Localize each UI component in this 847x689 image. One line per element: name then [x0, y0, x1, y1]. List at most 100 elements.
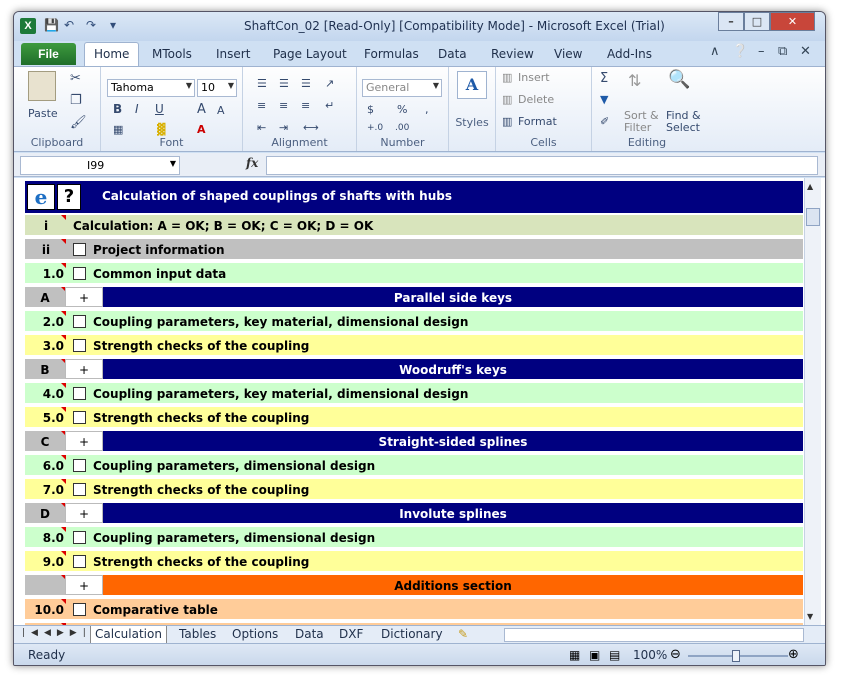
page-break-view-icon[interactable]: ▤	[609, 648, 620, 662]
delete-cells-icon[interactable]: ▥	[502, 93, 512, 106]
ribbon-minimize-icon[interactable]: ∧	[710, 44, 720, 59]
wrap-text-icon[interactable]: ↵	[325, 99, 334, 112]
horizontal-scrollbar[interactable]	[504, 628, 804, 642]
increase-decimal-icon[interactable]: +.0	[367, 123, 383, 133]
fx-icon[interactable]: fx	[246, 156, 258, 170]
vertical-scrollbar[interactable]: ▲ ▼	[804, 178, 821, 625]
align-left-icon[interactable]: ≡	[257, 99, 266, 112]
customize-qat-icon[interactable]: ▾	[110, 18, 116, 34]
grow-font-icon[interactable]: A	[197, 102, 206, 117]
chapter-title[interactable]: Strength checks of the coupling	[93, 335, 309, 357]
expand-button[interactable]: +	[65, 575, 103, 595]
expand-button[interactable]: +	[65, 287, 103, 307]
chapter-checkbox[interactable]	[73, 531, 86, 544]
chapter-checkbox[interactable]	[73, 459, 86, 472]
cut-icon[interactable]: ✂	[70, 71, 81, 86]
italic-icon[interactable]: I	[135, 102, 139, 116]
maximize-button[interactable]: □	[744, 12, 770, 31]
workbook-close-icon[interactable]: ✕	[800, 44, 811, 59]
chapter-title[interactable]: Strength checks of the coupling	[93, 551, 309, 573]
tab-view[interactable]: View	[554, 47, 582, 61]
autosum-icon[interactable]: Σ	[600, 71, 608, 86]
borders-icon[interactable]: ▦	[113, 123, 123, 136]
bold-icon[interactable]: B	[113, 102, 122, 116]
chapter-checkbox[interactable]	[73, 603, 86, 616]
tab-file[interactable]: File	[21, 43, 76, 65]
tab-navigation-icon[interactable]: |◀◀▶▶|	[22, 628, 92, 638]
increase-indent-icon[interactable]: ⇥	[279, 121, 288, 134]
zoom-out-icon[interactable]: ⊖	[670, 647, 681, 662]
chapter-title[interactable]: Strength checks of the coupling	[93, 479, 309, 501]
tab-add-ins[interactable]: Add-Ins	[607, 47, 652, 61]
percent-icon[interactable]: %	[397, 103, 407, 116]
zoom-in-icon[interactable]: ⊕	[788, 647, 799, 662]
copy-icon[interactable]: ❐	[70, 93, 82, 108]
close-button[interactable]: ✕	[770, 12, 815, 31]
formula-input[interactable]	[266, 156, 818, 175]
workbook-restore-icon[interactable]: ⧉	[778, 44, 787, 59]
chapter-checkbox[interactable]	[73, 243, 86, 256]
chapter-title[interactable]: Strength checks of the coupling	[93, 407, 309, 429]
align-bottom-icon[interactable]: ☰	[301, 77, 311, 90]
chapter-title[interactable]: Calculation: A = OK; B = OK; C = OK; D =…	[73, 215, 373, 237]
sheet-tab-calculation[interactable]: Calculation	[90, 626, 167, 644]
save-icon[interactable]: 💾	[44, 18, 59, 34]
expand-button[interactable]: +	[65, 359, 103, 379]
chapter-checkbox[interactable]	[73, 315, 86, 328]
tab-review[interactable]: Review	[491, 47, 534, 61]
workbook-minimize-icon[interactable]: –	[758, 44, 765, 59]
chapter-title[interactable]: Project information	[93, 239, 225, 261]
chapter-title[interactable]: Common input data	[93, 263, 226, 285]
tab-home[interactable]: Home	[84, 42, 140, 66]
normal-view-icon[interactable]: ▦	[569, 648, 580, 662]
font-color-icon[interactable]: A	[197, 123, 206, 136]
decrease-indent-icon[interactable]: ⇤	[257, 121, 266, 134]
help-icon[interactable]: ?	[57, 184, 81, 210]
chapter-checkbox[interactable]	[73, 411, 86, 424]
sheet-tab-dxf[interactable]: DXF	[335, 626, 367, 644]
paste-button[interactable]: Paste	[28, 107, 58, 120]
insert-sheet-icon[interactable]: ✎	[454, 626, 472, 644]
currency-icon[interactable]: $	[367, 103, 374, 116]
sort-filter-icon[interactable]: ⇅	[628, 71, 641, 90]
align-center-icon[interactable]: ≡	[279, 99, 288, 112]
align-right-icon[interactable]: ≡	[301, 99, 310, 112]
orientation-icon[interactable]: ↗	[325, 77, 334, 90]
chapter-checkbox[interactable]	[73, 339, 86, 352]
page-layout-view-icon[interactable]: ▣	[589, 648, 600, 662]
format-cells-icon[interactable]: ▥	[502, 115, 512, 128]
insert-cells-button[interactable]: Insert	[518, 71, 550, 84]
format-cells-button[interactable]: Format	[518, 115, 557, 128]
zoom-level[interactable]: 100%	[633, 648, 667, 662]
zoom-slider-thumb[interactable]	[732, 650, 740, 662]
chapter-title[interactable]: Coupling parameters, dimensional design	[93, 527, 375, 549]
align-top-icon[interactable]: ☰	[257, 77, 267, 90]
undo-icon[interactable]: ↶	[64, 18, 74, 34]
minimize-button[interactable]: –	[718, 12, 744, 31]
tab-formulas[interactable]: Formulas	[364, 47, 419, 61]
sheet-tab-data[interactable]: Data	[291, 626, 328, 644]
comma-icon[interactable]: ,	[425, 103, 429, 116]
name-box[interactable]: I99 ▼	[20, 156, 180, 175]
chapter-checkbox[interactable]	[73, 267, 86, 280]
tab-data[interactable]: Data	[438, 47, 467, 61]
internet-explorer-icon[interactable]: e	[27, 184, 55, 210]
styles-icon[interactable]: A	[457, 71, 487, 99]
font-family-select[interactable]: Tahoma ▼	[107, 79, 195, 97]
help-icon[interactable]: ❔	[732, 44, 748, 59]
paste-icon[interactable]	[28, 71, 56, 101]
expand-button[interactable]: +	[65, 503, 103, 523]
tab-mtools[interactable]: MTools	[152, 47, 192, 61]
tab-insert[interactable]: Insert	[216, 47, 250, 61]
chapter-title[interactable]: Coupling parameters, key material, dimen…	[93, 311, 468, 333]
chapter-checkbox[interactable]	[73, 387, 86, 400]
fill-color-icon[interactable]: ▓	[157, 123, 165, 136]
sheet-tab-dictionary[interactable]: Dictionary	[377, 626, 447, 644]
merge-center-icon[interactable]: ⟷	[303, 121, 319, 134]
scroll-thumb[interactable]	[806, 208, 820, 226]
underline-icon[interactable]: U	[155, 102, 164, 116]
decrease-decimal-icon[interactable]: .00	[395, 123, 409, 133]
tab-page-layout[interactable]: Page Layout	[273, 47, 347, 61]
scroll-down-icon[interactable]: ▼	[807, 612, 813, 621]
insert-cells-icon[interactable]: ▥	[502, 71, 512, 84]
